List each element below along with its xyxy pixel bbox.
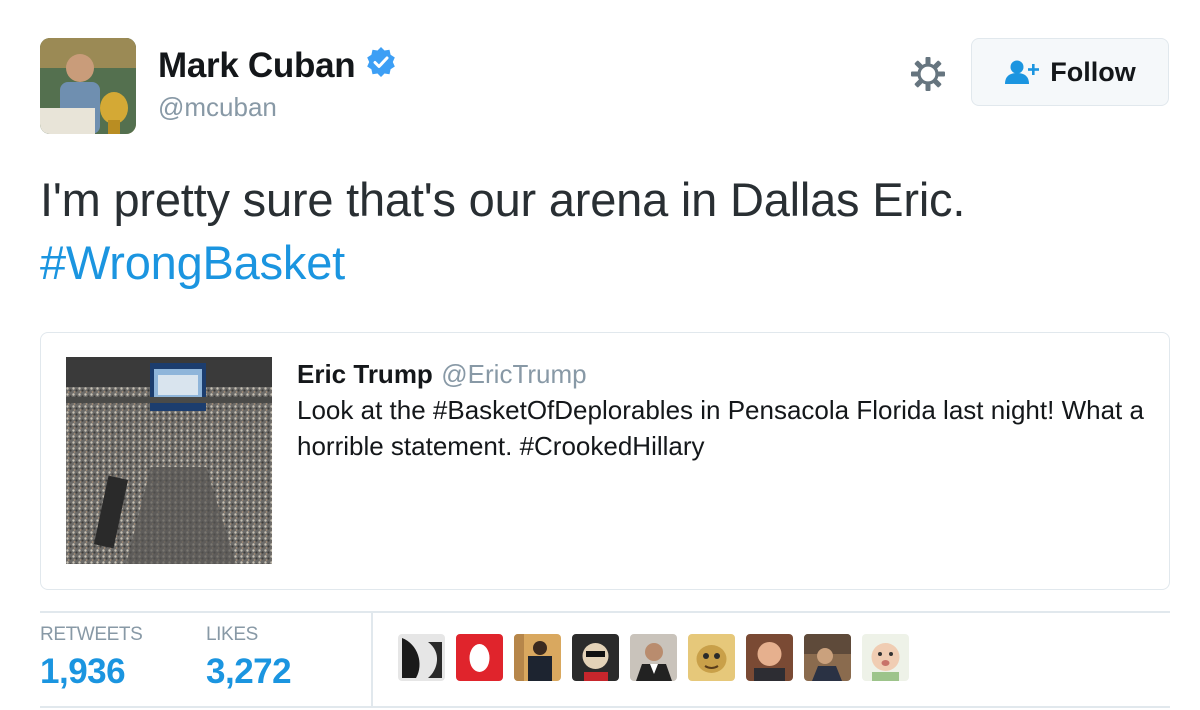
quoted-author-handle[interactable]: @EricTrump xyxy=(441,359,586,389)
liker-avatar-icon[interactable] xyxy=(514,634,561,681)
arena-photo-icon xyxy=(66,357,272,564)
follow-button[interactable]: Follow xyxy=(971,38,1169,106)
author-avatar[interactable] xyxy=(40,38,136,134)
liker-avatars xyxy=(398,634,909,681)
quoted-tweet-text: Look at the #BasketOfDeplorables in Pens… xyxy=(297,392,1157,464)
likes-stat[interactable]: LIKES 3,272 xyxy=(206,624,292,692)
quoted-hashtag-2: #CrookedHillary xyxy=(519,431,705,461)
add-user-icon xyxy=(1005,60,1040,84)
stats-separator xyxy=(371,612,373,706)
quoted-author-name[interactable]: Eric Trump xyxy=(297,359,433,389)
verified-badge-icon xyxy=(366,46,396,82)
tweet-body: I'm pretty sure that's our arena in Dall… xyxy=(40,173,966,226)
quoted-tweet-card[interactable]: Eric Trump @EricTrump Look at the #Baske… xyxy=(40,332,1170,590)
divider xyxy=(40,611,1170,613)
retweets-stat[interactable]: RETWEETS 1,936 xyxy=(40,624,143,692)
likes-count: 3,272 xyxy=(206,652,292,691)
liker-avatar-icon[interactable] xyxy=(398,634,445,681)
retweets-label: RETWEETS xyxy=(40,624,143,645)
quoted-text-part: Look at the xyxy=(297,395,433,425)
author-display-name[interactable]: Mark Cuban xyxy=(158,46,356,86)
follow-button-label: Follow xyxy=(1050,56,1136,87)
gear-icon[interactable] xyxy=(909,55,947,93)
profile-photo-icon xyxy=(40,38,136,134)
quoted-hashtag-1: #BasketOfDeplorables xyxy=(432,395,694,425)
hashtag-link[interactable]: #WrongBasket xyxy=(40,236,345,289)
liker-avatar-icon[interactable] xyxy=(688,634,735,681)
retweets-count: 1,936 xyxy=(40,652,126,691)
tweet-text: I'm pretty sure that's our arena in Dall… xyxy=(40,168,1170,294)
divider xyxy=(40,706,1170,708)
author-handle[interactable]: @mcuban xyxy=(158,92,396,123)
liker-avatar-icon[interactable] xyxy=(746,634,793,681)
likes-label: LIKES xyxy=(206,624,258,645)
liker-avatar-icon[interactable] xyxy=(572,634,619,681)
liker-avatar-icon[interactable] xyxy=(456,634,503,681)
liker-avatar-icon[interactable] xyxy=(804,634,851,681)
liker-avatar-icon[interactable] xyxy=(630,634,677,681)
liker-avatar-icon[interactable] xyxy=(862,634,909,681)
